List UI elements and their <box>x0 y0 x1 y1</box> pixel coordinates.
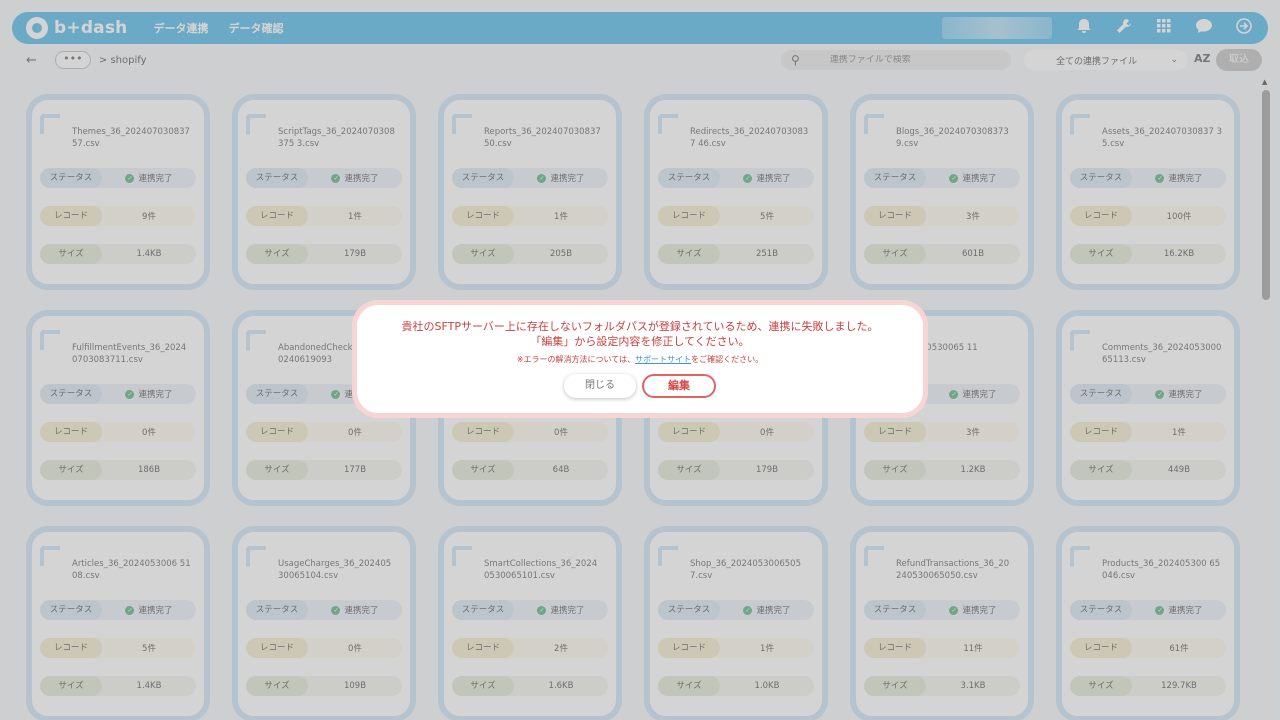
edit-button[interactable]: 編集 <box>642 374 716 398</box>
error-note: ※エラーの解消方法については、サポートサイトをご確認ください。 <box>357 354 923 365</box>
error-dialog: 貴社のSFTPサーバー上に存在しないフォルダパスが登録されているため、連携に失敗… <box>352 300 928 418</box>
scrollbar-thumb[interactable] <box>1262 90 1270 300</box>
error-message-line1: 貴社のSFTPサーバー上に存在しないフォルダパスが登録されているため、連携に失敗… <box>401 320 879 333</box>
page-scrollbar[interactable]: ▲ <box>1260 78 1272 720</box>
note-suffix: をご確認ください。 <box>691 355 764 364</box>
dialog-buttons: 閉じる 編集 <box>357 374 923 398</box>
note-prefix: ※エラーの解消方法については、 <box>516 355 636 364</box>
support-site-link[interactable]: サポートサイト <box>635 355 691 364</box>
error-message-line2: 「編集」から設定内容を修正してください。 <box>530 335 750 348</box>
close-button[interactable]: 閉じる <box>564 374 636 398</box>
scroll-up-icon[interactable]: ▲ <box>1262 78 1267 86</box>
